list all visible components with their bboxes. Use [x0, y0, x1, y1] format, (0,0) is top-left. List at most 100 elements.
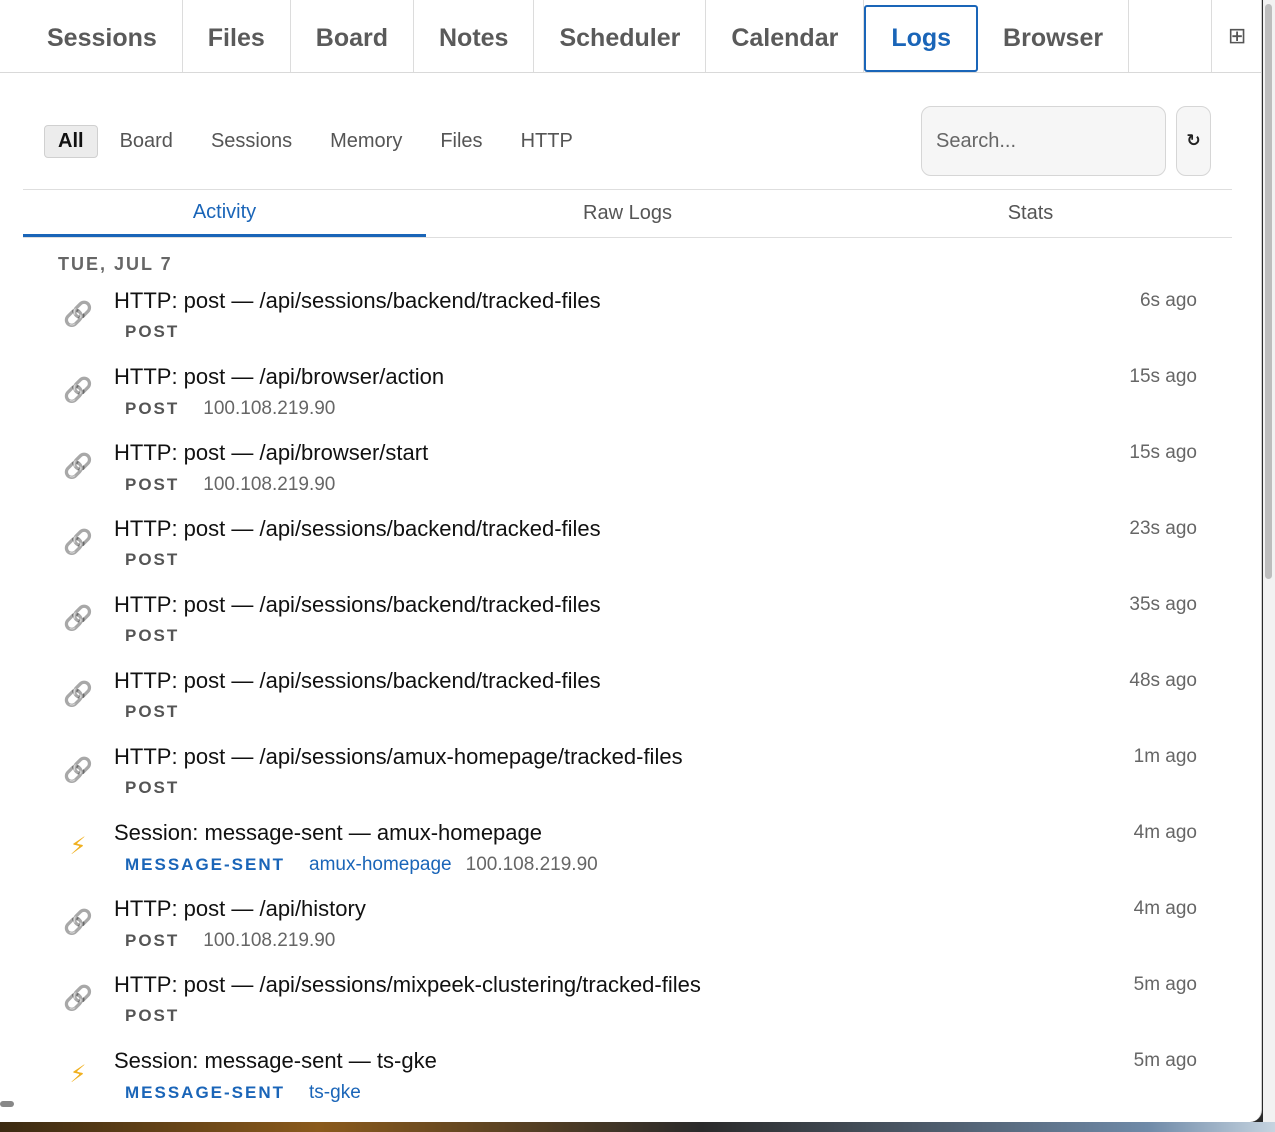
entry-timestamp: 5m ago — [1133, 974, 1197, 995]
refresh-button[interactable]: ↻ — [1176, 106, 1211, 176]
event-type-badge: POST — [125, 931, 180, 950]
subtab-raw-logs[interactable]: Raw Logs — [426, 190, 829, 237]
entry-title: HTTP: post — /api/sessions/backend/track… — [114, 516, 601, 541]
link-icon: 🔗 — [63, 452, 93, 480]
entry-title: HTTP: post — /api/sessions/backend/track… — [114, 592, 601, 617]
event-type-badge: POST — [125, 475, 180, 494]
tab-browser[interactable]: Browser — [978, 0, 1130, 72]
filter-files[interactable]: Files — [440, 125, 482, 158]
entry-timestamp: 48s ago — [1129, 670, 1197, 691]
entry-meta: POST 100.108.219.90 — [125, 474, 335, 496]
link-icon: 🔗 — [63, 680, 93, 708]
event-type-badge: POST — [125, 550, 180, 569]
filter-all[interactable]: All — [44, 125, 98, 158]
client-ip: 100.108.219.90 — [203, 930, 336, 951]
log-view-tabs: Activity Raw Logs Stats — [23, 190, 1232, 238]
filter-sessions[interactable]: Sessions — [211, 125, 292, 158]
activity-entry[interactable]: 🔗 HTTP: post — /api/sessions/amux-homepag… — [0, 742, 1261, 818]
activity-entry[interactable]: 🔗 HTTP: post — /api/sessions/backend/trac… — [0, 590, 1261, 666]
entry-timestamp: 23s ago — [1129, 518, 1197, 539]
tab-calendar[interactable]: Calendar — [706, 0, 865, 72]
entry-title: HTTP: post — /api/history — [114, 896, 366, 921]
filter-board[interactable]: Board — [120, 125, 173, 158]
filter-memory[interactable]: Memory — [330, 125, 402, 158]
entry-timestamp: 35s ago — [1129, 594, 1197, 615]
entry-meta: POST — [125, 322, 203, 342]
link-icon: 🔗 — [63, 756, 93, 784]
tab-board[interactable]: Board — [291, 0, 414, 72]
tab-scheduler[interactable]: Scheduler — [534, 0, 707, 72]
refresh-icon: ↻ — [1186, 131, 1201, 150]
entry-meta: POST 100.108.219.90 — [125, 930, 335, 952]
entry-meta: POST 100.108.219.90 — [125, 398, 335, 420]
entry-title: HTTP: post — /api/browser/action — [114, 364, 445, 389]
activity-entry[interactable]: 🔗 HTTP: post — /api/sessions/backend/trac… — [0, 286, 1261, 362]
entry-meta: POST — [125, 550, 203, 570]
main-tab-bar: Sessions Files Board Notes Scheduler Cal… — [0, 0, 1261, 73]
client-ip: 100.108.219.90 — [203, 474, 336, 495]
activity-entry[interactable]: ⚡ Session: message-sent — ts-gke MESSAGE-S… — [0, 1046, 1261, 1122]
desktop-background-strip — [0, 1122, 1275, 1132]
link-icon: 🔗 — [63, 528, 93, 556]
log-filter-bar: All Board Sessions Memory Files HTTP — [44, 125, 611, 158]
filter-http[interactable]: HTTP — [521, 125, 573, 158]
bolt-icon: ⚡ — [69, 1060, 87, 1088]
tab-notes[interactable]: Notes — [414, 0, 535, 72]
entry-timestamp: 6s ago — [1139, 290, 1197, 311]
entry-title: Session: message-sent — amux-homepage — [114, 820, 542, 845]
tab-files[interactable]: Files — [183, 0, 291, 72]
entry-meta: MESSAGE-SENT amux-homepage 100.108.219.90 — [125, 854, 598, 876]
entry-title: HTTP: post — /api/sessions/backend/track… — [114, 288, 601, 313]
scrollbar-thumb[interactable] — [1265, 4, 1272, 579]
entry-meta: MESSAGE-SENT ts-gke — [125, 1082, 375, 1104]
session-link[interactable]: amux-homepage — [309, 854, 452, 876]
entry-timestamp: 4m ago — [1133, 822, 1197, 843]
date-heading: TUE, JUL 7 — [58, 254, 173, 274]
subtab-stats[interactable]: Stats — [829, 190, 1232, 237]
entry-meta: POST — [125, 1006, 203, 1026]
tab-logs[interactable]: Logs — [864, 5, 979, 72]
client-ip: 100.108.219.90 — [465, 854, 598, 875]
entry-meta: POST — [125, 702, 203, 722]
entry-timestamp: 5m ago — [1133, 1050, 1197, 1071]
entry-timestamp: 4m ago — [1133, 898, 1197, 919]
activity-entry[interactable]: 🔗 HTTP: post — /api/browser/start POST 100.… — [0, 438, 1261, 514]
activity-entry[interactable]: 🔗 HTTP: post — /api/sessions/backend/trac… — [0, 666, 1261, 742]
link-icon: 🔗 — [63, 604, 93, 632]
entry-meta: POST — [125, 626, 203, 646]
activity-entry[interactable]: 🔗 HTTP: post — /api/sessions/backend/trac… — [0, 514, 1261, 590]
tab-sessions[interactable]: Sessions — [0, 0, 183, 72]
activity-feed: 🔗 HTTP: post — /api/sessions/backend/trac… — [0, 286, 1261, 1122]
event-type-badge: MESSAGE-SENT — [125, 1083, 286, 1102]
subtab-activity[interactable]: Activity — [23, 190, 426, 237]
client-ip: 100.108.219.90 — [203, 398, 336, 419]
event-type-badge: POST — [125, 1006, 180, 1025]
event-type-badge: POST — [125, 626, 180, 645]
app-window: Sessions Files Board Notes Scheduler Cal… — [0, 0, 1262, 1122]
link-icon: 🔗 — [63, 300, 93, 328]
search-input[interactable] — [921, 106, 1166, 176]
event-type-badge: POST — [125, 322, 180, 341]
bolt-icon: ⚡ — [69, 832, 87, 860]
event-type-badge: MESSAGE-SENT — [125, 855, 286, 874]
activity-entry[interactable]: ⚡ Session: message-sent — amux-homepage ME… — [0, 818, 1261, 894]
event-type-badge: POST — [125, 399, 180, 418]
activity-entry[interactable]: 🔗 HTTP: post — /api/sessions/mixpeek-clus… — [0, 970, 1261, 1046]
entry-title: HTTP: post — /api/browser/start — [114, 440, 429, 465]
activity-entry[interactable]: 🔗 HTTP: post — /api/history POST 100.108.21… — [0, 894, 1261, 970]
session-link[interactable]: ts-gke — [309, 1082, 361, 1104]
grid-layout-icon[interactable]: ⊞ — [1212, 0, 1261, 72]
link-icon: 🔗 — [63, 984, 93, 1012]
activity-entry[interactable]: 🔗 HTTP: post — /api/browser/action POST 100… — [0, 362, 1261, 438]
tab-bar-spacer — [1129, 0, 1213, 72]
event-type-badge: POST — [125, 778, 180, 797]
entry-meta: POST — [125, 778, 203, 798]
event-type-badge: POST — [125, 702, 180, 721]
resize-handle[interactable] — [0, 1101, 14, 1107]
link-icon: 🔗 — [63, 908, 93, 936]
entry-title: HTTP: post — /api/sessions/amux-homepage… — [114, 744, 683, 769]
entry-title: HTTP: post — /api/sessions/backend/track… — [114, 668, 601, 693]
entry-timestamp: 15s ago — [1129, 366, 1197, 387]
entry-timestamp: 1m ago — [1133, 746, 1197, 767]
entry-title: Session: message-sent — ts-gke — [114, 1048, 437, 1073]
